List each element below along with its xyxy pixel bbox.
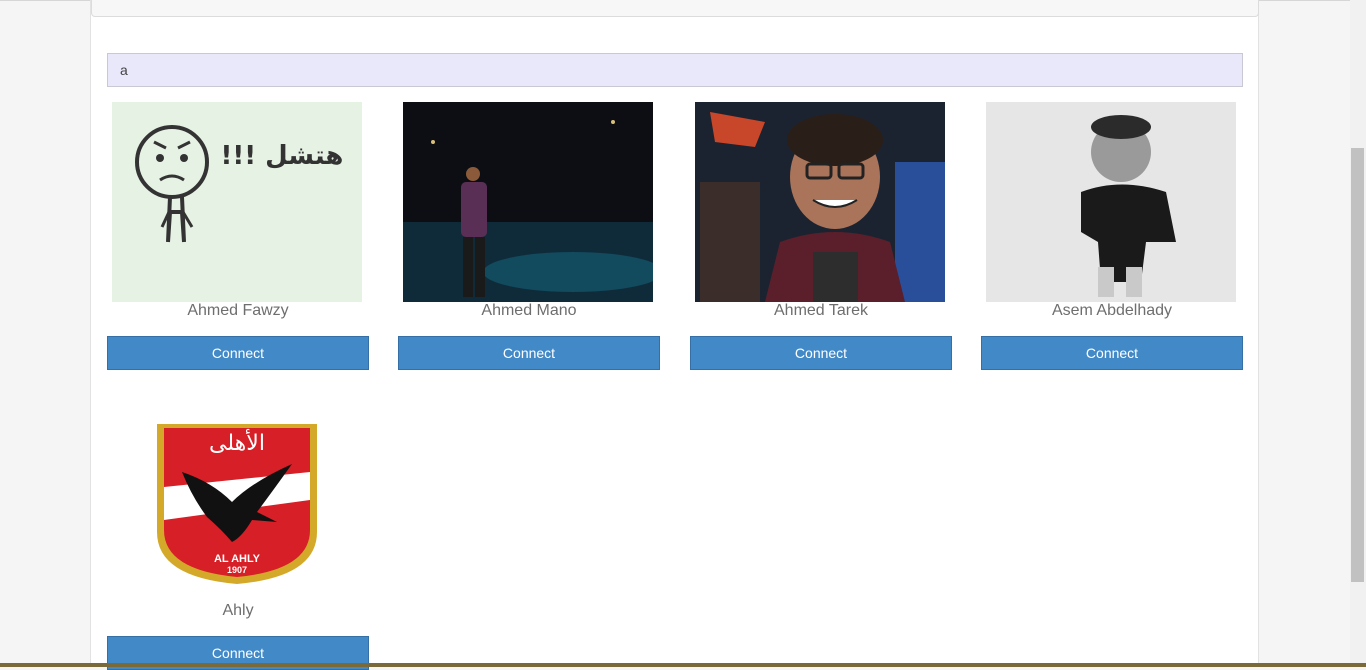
person-photo: الأهلى AL AHLY 1907 xyxy=(112,402,362,602)
bottom-strip xyxy=(0,663,1366,667)
search-input[interactable] xyxy=(107,53,1243,87)
person-card: Asem Abdelhady Connect xyxy=(981,102,1243,370)
connect-button[interactable]: Connect xyxy=(981,336,1243,370)
person-photo-icon xyxy=(695,102,945,302)
person-card: !!! هتشل Ahmed Fawzy Connect xyxy=(107,102,369,370)
connect-button[interactable]: Connect xyxy=(690,336,952,370)
person-name: Asem Abdelhady xyxy=(1051,302,1173,319)
person-photo xyxy=(695,102,945,302)
person-photo-icon xyxy=(986,102,1236,302)
person-name: Ahmed Mano xyxy=(481,302,577,319)
person-name: Ahmed Fawzy xyxy=(187,302,289,319)
scrollbar-thumb[interactable] xyxy=(1351,148,1364,582)
sketch-person-icon: !!! هتشل xyxy=(112,102,362,302)
header-bar xyxy=(91,0,1259,17)
svg-text:1907: 1907 xyxy=(227,565,247,575)
person-name: Ahly xyxy=(222,602,254,619)
svg-text:AL AHLY: AL AHLY xyxy=(214,553,261,565)
svg-text:!!! هتشل: !!! هتشل xyxy=(221,141,344,171)
person-photo xyxy=(986,102,1236,302)
person-card: Ahmed Mano Connect xyxy=(398,102,660,370)
connect-button[interactable]: Connect xyxy=(398,336,660,370)
svg-text:الأهلى: الأهلى xyxy=(209,429,265,456)
person-name: Ahmed Tarek xyxy=(774,302,868,319)
connect-button[interactable]: Connect xyxy=(107,336,369,370)
person-card: Ahmed Tarek Connect xyxy=(690,102,952,370)
person-photo-icon xyxy=(403,102,653,302)
person-photo xyxy=(403,102,653,302)
person-card: الأهلى AL AHLY 1907 Ahly Connect xyxy=(107,402,369,670)
person-photo: !!! هتشل xyxy=(112,102,362,302)
club-crest-icon: الأهلى AL AHLY 1907 xyxy=(157,424,317,584)
